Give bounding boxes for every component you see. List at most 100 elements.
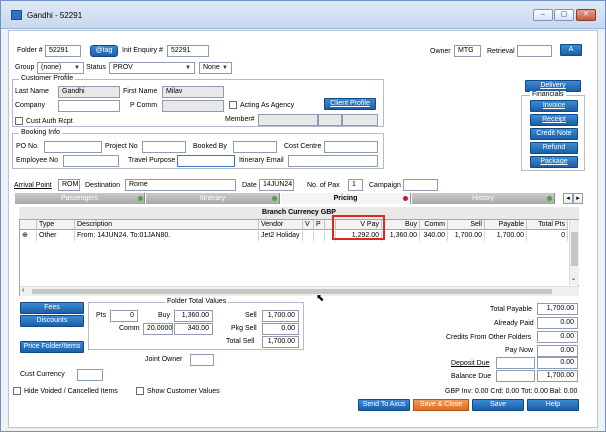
campaign-field[interactable] [403, 179, 438, 191]
pts-field[interactable]: 0 [110, 310, 138, 322]
status-select[interactable]: PROV ▼ [109, 62, 195, 74]
group-select[interactable]: (none) ▼ [37, 62, 84, 74]
pay-now-field[interactable]: 0.00 [537, 345, 578, 357]
col-comm[interactable]: Comm [420, 220, 448, 230]
company-field[interactable] [58, 100, 120, 112]
itinerary-email-field[interactable] [288, 155, 378, 167]
a-button[interactable]: A [560, 44, 582, 56]
refund-button[interactable]: Refund [530, 142, 578, 154]
cell-v[interactable] [303, 231, 314, 241]
employee-field[interactable] [63, 155, 119, 167]
member-field-2[interactable] [318, 114, 342, 126]
cell-description[interactable]: From: 14JUN24. To:01JAN80. [75, 231, 259, 241]
col-p[interactable]: P [314, 220, 325, 230]
tab-scroll-left[interactable]: ◂ [563, 193, 573, 204]
arrival-field[interactable]: ROM [58, 179, 80, 191]
booked-field[interactable] [233, 141, 277, 153]
cell-type[interactable]: Other [37, 231, 75, 241]
client-profile-button[interactable]: Client Profile [324, 98, 376, 110]
sell-field[interactable]: 1,700.00 [262, 310, 299, 322]
cust-currency-field[interactable] [77, 369, 103, 381]
receipt-button[interactable]: Receipt [530, 114, 578, 126]
fees-button[interactable]: Fees [20, 302, 84, 314]
total-sell-field[interactable]: 1,700.00 [262, 336, 299, 348]
send-to-axus-button[interactable]: Send To Axus [358, 399, 410, 411]
po-field[interactable] [44, 141, 102, 153]
credit-note-button[interactable]: Credit Note [530, 128, 578, 140]
price-folder-button[interactable]: Price Folder/Items [20, 341, 84, 353]
cell-sell[interactable]: 1,700.00 [448, 231, 485, 241]
buy-field[interactable]: 1,360.00 [174, 310, 213, 322]
cell-p[interactable] [314, 231, 325, 241]
member-field-1[interactable] [258, 114, 318, 126]
vertical-scrollbar[interactable]: ⌄ [569, 220, 579, 285]
member-field-3[interactable] [342, 114, 378, 126]
show-customer-checkbox[interactable] [136, 387, 144, 395]
cell-payable[interactable]: 1,700.00 [485, 231, 527, 241]
travel-purpose-field[interactable] [177, 155, 235, 167]
tag-button[interactable]: @tag [90, 45, 118, 57]
col-v[interactable]: V [303, 220, 314, 230]
save-close-button[interactable]: Save & Close [413, 399, 469, 411]
col-payable[interactable]: Payable [485, 220, 527, 230]
col-type[interactable]: Type [37, 220, 75, 230]
joint-owner-field[interactable] [190, 354, 214, 366]
balance-due-field[interactable]: 1,700.00 [537, 370, 578, 382]
pcomm-field[interactable] [162, 100, 224, 112]
deposit-date-field[interactable] [496, 357, 535, 369]
cell-total-pts[interactable]: 0 [527, 231, 568, 241]
maximize-button[interactable]: ▢ [554, 9, 574, 21]
col-vendor[interactable]: Vendor [259, 220, 303, 230]
scrollbar-h-thumb[interactable] [32, 289, 552, 294]
save-button[interactable]: Save [472, 399, 524, 411]
cell-buy[interactable]: 1,360.00 [382, 231, 420, 241]
discounts-button[interactable]: Discounts [20, 315, 84, 327]
owner-field[interactable]: MTG [454, 45, 481, 57]
comm-field[interactable]: 340.00 [174, 323, 213, 335]
retrieval-field[interactable] [517, 45, 552, 57]
enquiry-field[interactable]: 52291 [167, 45, 209, 57]
tab-pricing[interactable]: Pricing [281, 193, 411, 204]
package-button[interactable]: Package [530, 156, 578, 168]
horizontal-scrollbar[interactable]: ‹ [20, 286, 579, 296]
folder-field[interactable]: 52291 [45, 45, 81, 57]
acting-agency-checkbox[interactable] [229, 101, 237, 109]
cost-centre-field[interactable] [324, 141, 378, 153]
destination-field[interactable]: Rome [125, 179, 236, 191]
tab-passengers[interactable]: Passengers [15, 193, 145, 204]
cust-auth-checkbox[interactable] [15, 117, 23, 125]
firstname-label: First Name [123, 88, 158, 95]
balance-date-field[interactable] [496, 370, 535, 382]
scrollbar-thumb[interactable] [571, 232, 578, 266]
help-button[interactable]: Help [527, 399, 579, 411]
cell-comm[interactable]: 340.00 [420, 231, 448, 241]
lastname-field[interactable]: Gandhi [58, 86, 120, 98]
pax-field[interactable]: 1 [348, 179, 363, 191]
tab-scroll-right[interactable]: ▸ [573, 193, 583, 204]
invoice-button[interactable]: Invoice [530, 100, 578, 112]
close-button[interactable]: ✕ [576, 9, 596, 21]
scroll-left-icon[interactable]: ‹ [22, 287, 24, 294]
minimize-button[interactable]: ‒ [533, 9, 553, 21]
expand-icon[interactable]: ⊕ [20, 231, 37, 241]
firstname-field[interactable]: Milav [162, 86, 224, 98]
scroll-down-icon[interactable]: ⌄ [571, 275, 576, 282]
tab-history[interactable]: History [412, 193, 555, 204]
already-paid-field[interactable]: 0.00 [537, 317, 578, 329]
col-description[interactable]: Description [75, 220, 259, 230]
tab-itinerary[interactable]: Itinerary [146, 193, 280, 204]
project-field[interactable] [142, 141, 186, 153]
date-field[interactable]: 14JUN24 [259, 179, 294, 191]
deposit-due-field[interactable]: 0.00 [537, 357, 578, 369]
col-buy[interactable]: Buy [382, 220, 420, 230]
total-payable-field[interactable]: 1,700.00 [537, 303, 578, 315]
cell-vendor[interactable]: Jet2 Holiday [259, 231, 303, 241]
none-select[interactable]: None ▼ [199, 62, 232, 74]
col-expand [20, 220, 37, 230]
pkg-sell-field[interactable]: 0.00 [262, 323, 299, 335]
col-total-pts[interactable]: Total Pts [527, 220, 568, 230]
hide-voided-checkbox[interactable] [13, 387, 21, 395]
comm-pct-field[interactable]: 20.0000 [143, 323, 173, 335]
col-sell[interactable]: Sell [448, 220, 485, 230]
credits-field[interactable]: 0.00 [537, 331, 578, 343]
